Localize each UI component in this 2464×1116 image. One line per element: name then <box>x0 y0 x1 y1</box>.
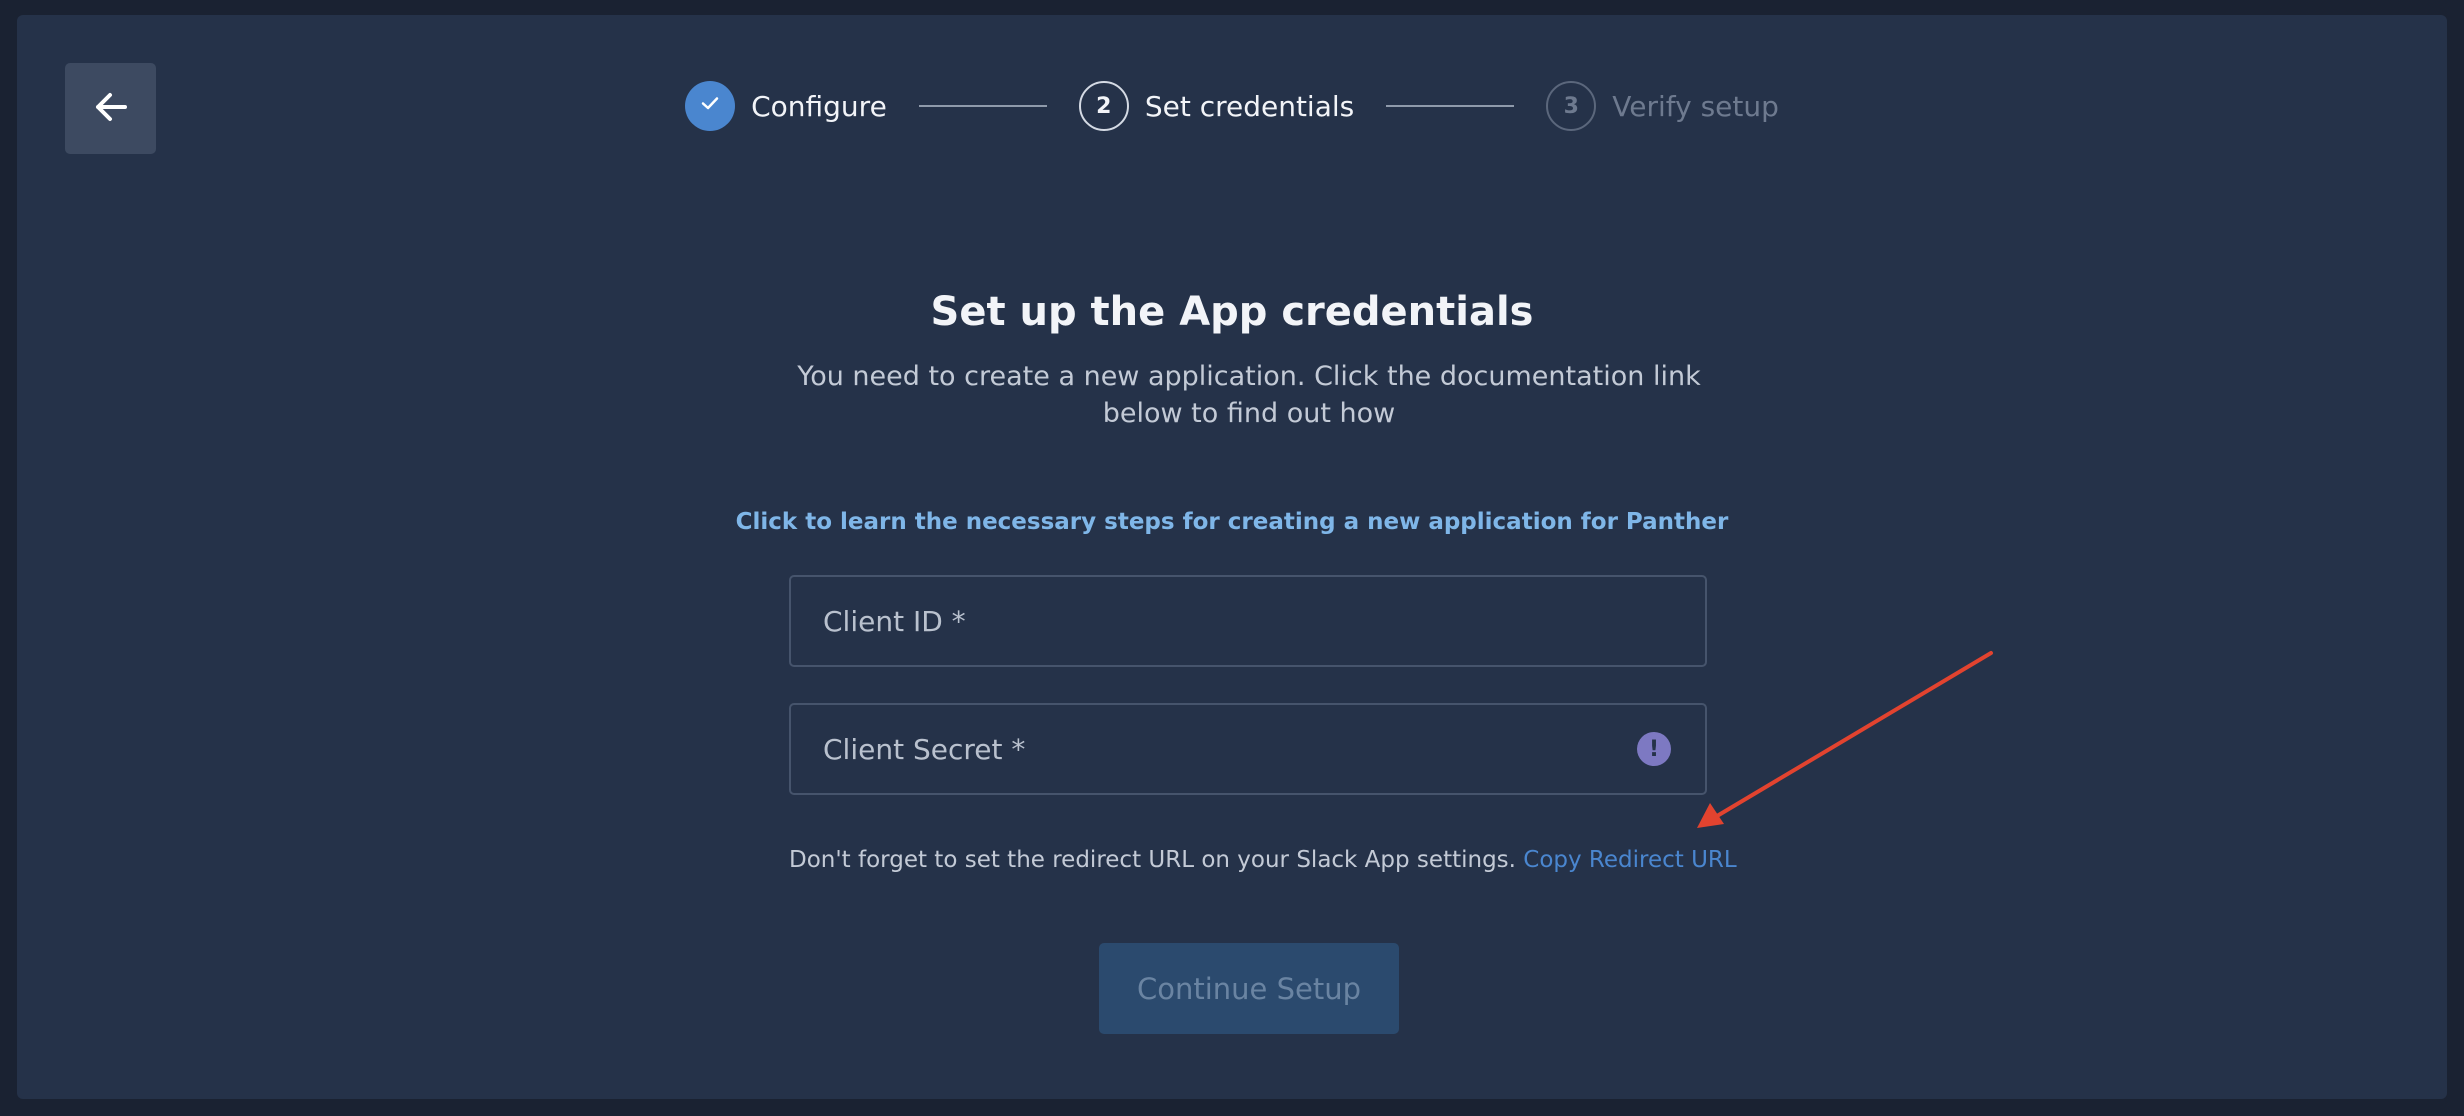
client-id-field <box>789 575 1707 667</box>
continue-setup-button[interactable]: Continue Setup <box>1099 943 1399 1034</box>
step-configure-indicator <box>685 81 736 131</box>
step-configure: Configure <box>685 81 887 131</box>
documentation-link[interactable]: Click to learn the necessary steps for c… <box>17 509 2447 535</box>
step-configure-label: Configure <box>751 89 887 123</box>
client-secret-field: ! <box>789 703 1707 795</box>
step-connector <box>1386 105 1515 107</box>
step-connector <box>918 105 1047 107</box>
page-title: Set up the App credentials <box>930 289 1534 335</box>
step-set-credentials-label: Set credentials <box>1144 89 1355 123</box>
step-verify-setup-label: Verify setup <box>1612 89 1779 123</box>
main-panel: Configure 2 Set credentials 3 Verify set… <box>17 15 2447 1099</box>
copy-redirect-url-link[interactable]: Copy Redirect URL <box>1523 847 1736 873</box>
step-set-credentials: 2 Set credentials <box>1078 81 1355 131</box>
page-subtitle: You need to create a new application. Cl… <box>797 361 1701 429</box>
step-verify-setup: 3 Verify setup <box>1546 81 1779 131</box>
step-verify-setup-number: 3 <box>1546 81 1597 131</box>
check-icon <box>699 92 721 120</box>
client-id-input[interactable] <box>791 577 1705 665</box>
redirect-hint-text: Don't forget to set the redirect URL on … <box>789 847 1516 873</box>
stepper: Configure 2 Set credentials 3 Verify set… <box>17 81 2447 131</box>
redirect-hint: Don't forget to set the redirect URL on … <box>789 847 1737 873</box>
client-secret-input[interactable] <box>791 705 1705 793</box>
step-set-credentials-number: 2 <box>1078 81 1129 131</box>
exclamation-icon: ! <box>1637 732 1671 766</box>
